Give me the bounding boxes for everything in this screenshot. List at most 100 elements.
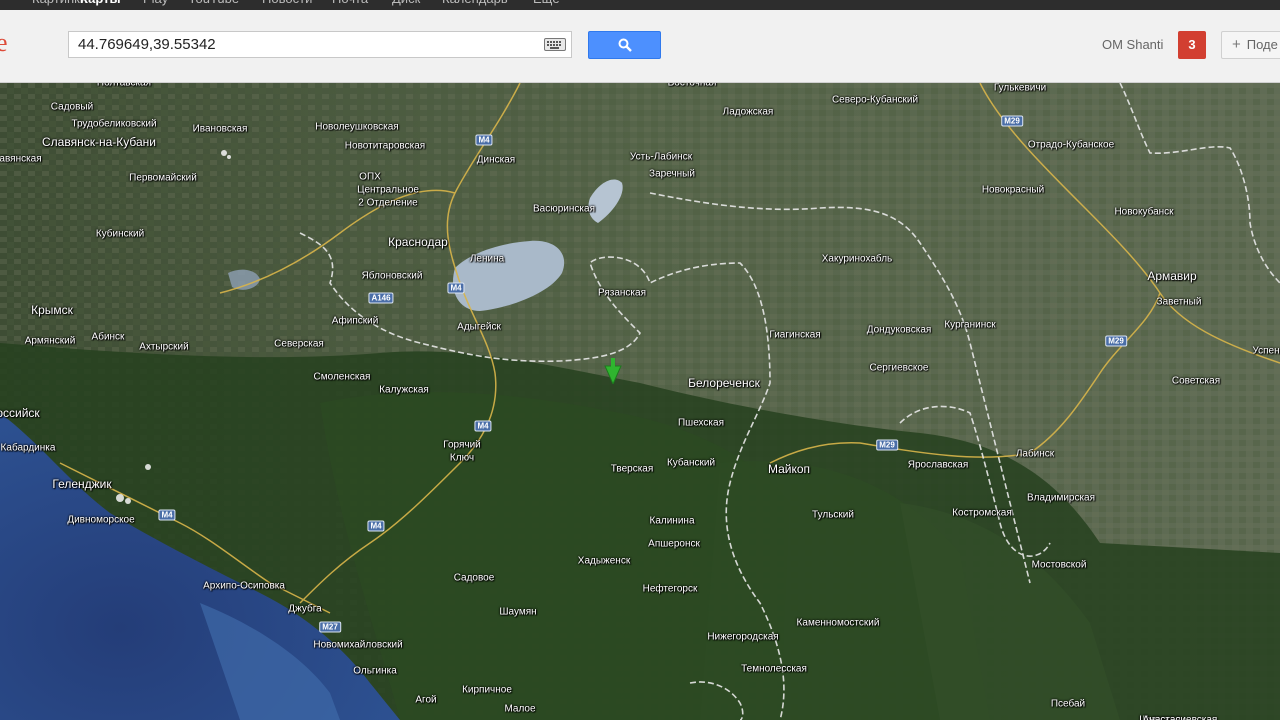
- nav-item[interactable]: YouTube: [188, 0, 239, 6]
- place-label: Динская: [476, 154, 516, 166]
- notifications-badge[interactable]: 3: [1178, 31, 1206, 59]
- place-label: Первомайский: [129, 172, 197, 184]
- road-shield: M4: [475, 134, 493, 146]
- place-label: 2 Отделение: [358, 197, 418, 209]
- place-label: Советская: [1171, 375, 1221, 387]
- place-label: Заветный: [1156, 296, 1202, 308]
- place-label: Анастасиевская: [1142, 714, 1218, 720]
- nav-item[interactable]: Почта: [332, 0, 368, 6]
- place-label: оссийск: [0, 406, 40, 420]
- place-label: Ладожская: [722, 106, 774, 118]
- place-label: Дивноморское: [67, 514, 135, 526]
- place-label: Белореченск: [688, 376, 760, 390]
- place-label: Ярославская: [907, 459, 969, 471]
- plus-icon: +: [1232, 36, 1241, 53]
- place-label: Темнолесская: [741, 663, 807, 675]
- place-label: Ключ: [449, 452, 475, 464]
- nav-item[interactable]: Play: [143, 0, 168, 6]
- place-label: Краснодар: [388, 235, 448, 249]
- place-label: Новолеушковская: [315, 121, 399, 133]
- place-label: Архипо-Осиповка: [203, 580, 285, 592]
- place-label: Псебай: [1050, 698, 1086, 710]
- place-label: Восточная: [667, 83, 717, 89]
- place-label: Хадыженск: [577, 555, 631, 567]
- place-label: Армавир: [1147, 269, 1197, 283]
- nav-item[interactable]: Новости: [262, 0, 312, 6]
- place-label: Владимирская: [1026, 492, 1096, 504]
- place-label: Дондуковская: [866, 324, 932, 336]
- place-label: Новомихайловский: [313, 639, 403, 651]
- place-label: Костромская: [952, 507, 1012, 519]
- place-label: Рязанская: [598, 287, 646, 299]
- place-label: ОПХ: [359, 171, 381, 183]
- share-button-label: Поде: [1246, 37, 1278, 52]
- road-shield: M27: [319, 621, 341, 633]
- place-label: Калинина: [649, 515, 695, 527]
- place-label: Северо-Кубанский: [831, 94, 919, 106]
- road-shield: M4: [474, 420, 492, 432]
- keyboard-icon[interactable]: [544, 38, 566, 51]
- place-label: Апшеронск: [648, 538, 700, 550]
- place-label: Славянская: [0, 153, 42, 165]
- place-label: Абинск: [91, 331, 125, 343]
- nav-item[interactable]: Диск: [392, 0, 420, 6]
- nav-item[interactable]: Карты: [80, 0, 121, 6]
- place-label: Пшехская: [677, 417, 725, 429]
- place-label: Курганинск: [944, 319, 996, 331]
- place-label: Мостовской: [1031, 559, 1087, 571]
- place-label: Нижегородская: [707, 631, 779, 643]
- place-label: Ленина: [469, 253, 505, 265]
- place-label: Калужская: [379, 384, 429, 396]
- place-label: Садовое: [453, 572, 495, 584]
- place-label: Геленджик: [52, 477, 112, 491]
- place-label: Майкоп: [767, 462, 811, 476]
- road-shield: M29: [876, 439, 898, 451]
- nav-item[interactable]: Картинки: [32, 0, 87, 6]
- user-name[interactable]: OM Shanti: [1102, 37, 1163, 52]
- place-label: Адыгейск: [457, 321, 501, 333]
- place-label: Хакуринохабль: [821, 253, 893, 265]
- place-label: Полтавская: [96, 83, 152, 89]
- search-box[interactable]: [68, 31, 572, 58]
- place-label: Новотитаровская: [344, 140, 426, 152]
- satellite-map[interactable]: Полтавская Садовый Трудобеликовский Ивановс…: [0, 83, 1280, 720]
- nav-item[interactable]: Календарь: [442, 0, 508, 6]
- place-label: Смоленская: [313, 371, 371, 383]
- place-label: Тульский: [812, 509, 854, 521]
- place-label: Джубга: [288, 603, 322, 615]
- place-label: Садовый: [50, 101, 94, 113]
- search-icon: [618, 38, 632, 52]
- road-shield: M29: [1105, 335, 1127, 347]
- place-label: Гиагинская: [769, 329, 821, 341]
- place-label: Лабинск: [1015, 448, 1055, 460]
- place-label: Кабардинка: [0, 442, 56, 454]
- nav-item[interactable]: Ещё: [533, 0, 560, 6]
- share-button[interactable]: + Поде: [1221, 31, 1280, 59]
- place-label: Гулькевичи: [993, 83, 1047, 94]
- road-shield: M29: [1001, 115, 1023, 127]
- place-label: Северская: [274, 338, 324, 350]
- place-label: Нефтегорск: [642, 583, 698, 595]
- place-label: Отрадо-Кубанское: [1027, 139, 1115, 151]
- location-marker-icon[interactable]: [604, 358, 622, 384]
- road-shield: A146: [368, 292, 394, 304]
- google-logo[interactable]: e: [0, 28, 8, 58]
- place-label: Ивановская: [192, 123, 248, 135]
- place-label: Тверская: [610, 463, 654, 475]
- search-input[interactable]: [69, 32, 539, 57]
- search-button[interactable]: [588, 31, 661, 59]
- place-label: Ольгинка: [353, 665, 397, 677]
- place-label: Усть-Лабинск: [629, 151, 693, 163]
- place-label: Каменномостский: [796, 617, 880, 629]
- place-label: Горячий: [443, 439, 481, 451]
- place-label: Крымск: [31, 303, 73, 317]
- place-label: Кирпичное: [462, 684, 512, 696]
- place-label: Заречный: [649, 168, 695, 180]
- place-label: Малое: [504, 703, 536, 715]
- place-label: Новокрасный: [981, 184, 1045, 196]
- place-label: Сергиевское: [869, 362, 929, 374]
- place-label: Кубинский: [95, 228, 145, 240]
- place-label: Яблоновский: [361, 270, 423, 282]
- place-label: Славянск-на-Кубани: [42, 135, 156, 149]
- place-label: Ахтырский: [139, 341, 189, 353]
